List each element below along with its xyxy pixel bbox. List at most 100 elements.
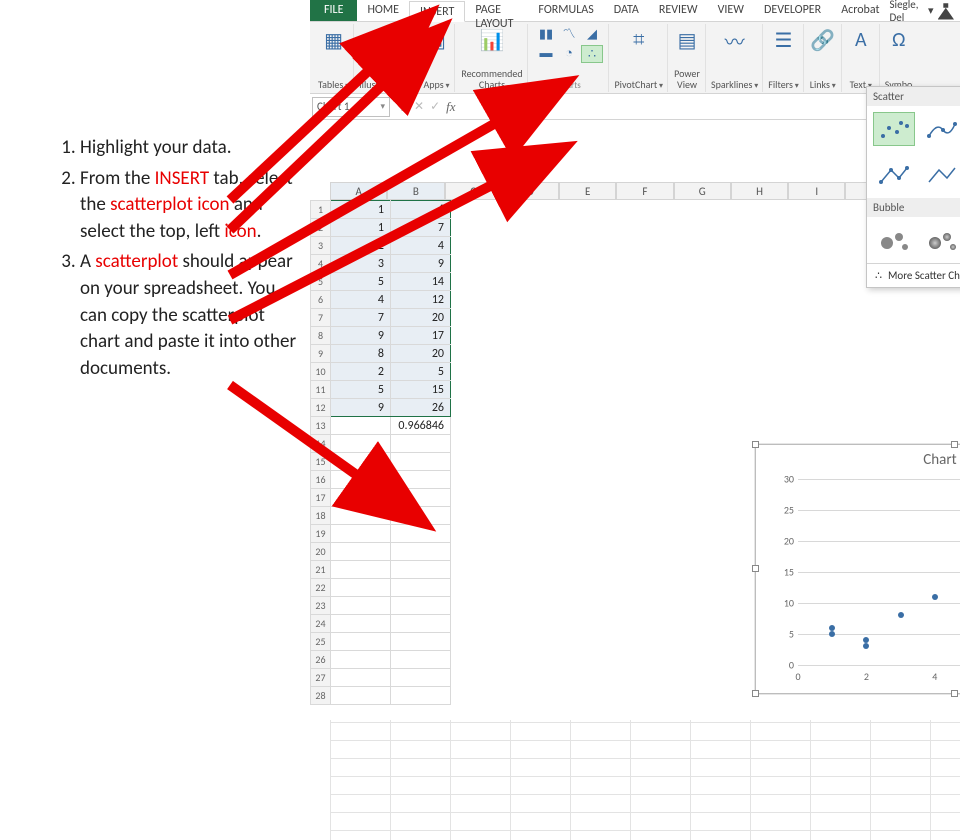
tab-view[interactable]: VIEW — [708, 0, 754, 21]
row-12[interactable]: 12 — [311, 399, 331, 417]
row-28[interactable]: 28 — [311, 687, 331, 705]
cell-A5[interactable]: 5 — [331, 273, 391, 291]
cell-A23[interactable] — [331, 597, 391, 615]
group-tables[interactable]: ▦ Tables — [314, 24, 354, 92]
row-20[interactable]: 20 — [311, 543, 331, 561]
group-text[interactable]: A Text — [843, 24, 880, 92]
row-26[interactable]: 26 — [311, 651, 331, 669]
cell-A26[interactable] — [331, 651, 391, 669]
cell-A13[interactable] — [331, 417, 391, 435]
col-E[interactable]: E — [559, 182, 616, 200]
data-point[interactable] — [829, 631, 835, 637]
cell-A7[interactable]: 7 — [331, 309, 391, 327]
cell-B21[interactable] — [391, 561, 451, 579]
row-8[interactable]: 8 — [311, 327, 331, 345]
col-A[interactable]: A — [330, 182, 387, 200]
user-account[interactable]: Siegle, Del▾ — [889, 0, 960, 21]
cell-B24[interactable] — [391, 615, 451, 633]
area-chart-icon[interactable]: ◢ — [581, 26, 603, 44]
row-19[interactable]: 19 — [311, 525, 331, 543]
cell-B28[interactable] — [391, 687, 451, 705]
scatter-straight-lines-markers[interactable] — [873, 158, 915, 192]
name-box[interactable]: Chart 1 — [312, 97, 390, 117]
cell-A16[interactable] — [331, 471, 391, 489]
cell-A6[interactable]: 4 — [331, 291, 391, 309]
cell-B8[interactable]: 17 — [391, 327, 451, 345]
row-4[interactable]: 4 — [311, 255, 331, 273]
row-18[interactable]: 18 — [311, 507, 331, 525]
tab-data[interactable]: DATA — [604, 0, 649, 21]
cell-B13[interactable]: 0.966846 — [391, 417, 451, 435]
scatter-markers-only[interactable] — [873, 112, 915, 146]
col-H[interactable]: H — [731, 182, 788, 200]
cell-B20[interactable] — [391, 543, 451, 561]
tab-home[interactable]: HOME — [357, 0, 409, 21]
data-point[interactable] — [898, 612, 904, 618]
col-F[interactable]: F — [616, 182, 673, 200]
col-G[interactable]: G — [674, 182, 731, 200]
bubble-3d[interactable] — [921, 223, 960, 257]
chart-object[interactable]: Chart Title 0510152025300246810 — [755, 444, 960, 694]
cell-A2[interactable]: 1 — [331, 219, 391, 237]
row-9[interactable]: 9 — [311, 345, 331, 363]
scatter-straight-lines[interactable] — [921, 158, 960, 192]
row-23[interactable]: 23 — [311, 597, 331, 615]
cell-A1[interactable]: 1 — [331, 201, 391, 219]
cell-B1[interactable]: 6 — [391, 201, 451, 219]
cell-A12[interactable]: 9 — [331, 399, 391, 417]
cell-B27[interactable] — [391, 669, 451, 687]
tab-insert[interactable]: INSERT — [409, 1, 465, 22]
data-point[interactable] — [829, 625, 835, 631]
row-24[interactable]: 24 — [311, 615, 331, 633]
data-point[interactable] — [863, 643, 869, 649]
group-powerview[interactable]: ▤ Power View — [669, 24, 706, 92]
column-chart-icon[interactable]: ▮▮ — [535, 26, 557, 44]
cell-B4[interactable]: 9 — [391, 255, 451, 273]
cell-A21[interactable] — [331, 561, 391, 579]
cell-B19[interactable] — [391, 525, 451, 543]
row-3[interactable]: 3 — [311, 237, 331, 255]
cell-B2[interactable]: 7 — [391, 219, 451, 237]
cell-A4[interactable]: 3 — [331, 255, 391, 273]
cell-B12[interactable]: 26 — [391, 399, 451, 417]
pie-chart-icon[interactable]: ◔ — [558, 45, 580, 63]
cell-B5[interactable]: 14 — [391, 273, 451, 291]
tab-page-layout[interactable]: PAGE LAYOUT — [465, 0, 528, 21]
cell-B11[interactable]: 15 — [391, 381, 451, 399]
group-links[interactable]: 🔗 Links — [805, 24, 842, 92]
col-B[interactable]: B — [387, 182, 444, 200]
cell-B25[interactable] — [391, 633, 451, 651]
col-C[interactable]: C — [445, 182, 502, 200]
row-1[interactable]: 1 — [311, 201, 331, 219]
chart-plot-area[interactable]: 0510152025300246810 — [798, 479, 960, 665]
data-point[interactable] — [932, 594, 938, 600]
bar-chart-icon[interactable]: ▬ — [535, 45, 557, 63]
scatter-smooth-lines-markers[interactable] — [921, 112, 960, 146]
cell-A15[interactable] — [331, 453, 391, 471]
cell-A28[interactable] — [331, 687, 391, 705]
row-17[interactable]: 17 — [311, 489, 331, 507]
cell-B6[interactable]: 12 — [391, 291, 451, 309]
row-2[interactable]: 2 — [311, 219, 331, 237]
group-sparklines[interactable]: 〰 Sparklines — [707, 24, 763, 92]
row-13[interactable]: 13 — [311, 417, 331, 435]
cancel-icon[interactable]: ✕ — [414, 99, 424, 114]
row-11[interactable]: 11 — [311, 381, 331, 399]
group-illustrations[interactable]: ◩ Illustrations — [355, 24, 417, 92]
row-15[interactable]: 15 — [311, 453, 331, 471]
more-scatter-charts[interactable]: ∴ More Scatter Charts... — [867, 263, 960, 287]
cell-B7[interactable]: 20 — [391, 309, 451, 327]
row-16[interactable]: 16 — [311, 471, 331, 489]
cell-A22[interactable] — [331, 579, 391, 597]
data-table[interactable]: 1162173244395514641277208917982010251151… — [310, 200, 451, 705]
cell-B16[interactable] — [391, 471, 451, 489]
row-5[interactable]: 5 — [311, 273, 331, 291]
tab-acrobat[interactable]: Acrobat — [831, 0, 889, 21]
row-27[interactable]: 27 — [311, 669, 331, 687]
cell-B14[interactable] — [391, 435, 451, 453]
cell-B10[interactable]: 5 — [391, 363, 451, 381]
row-7[interactable]: 7 — [311, 309, 331, 327]
cell-A20[interactable] — [331, 543, 391, 561]
cell-B9[interactable]: 20 — [391, 345, 451, 363]
cell-B15[interactable] — [391, 453, 451, 471]
